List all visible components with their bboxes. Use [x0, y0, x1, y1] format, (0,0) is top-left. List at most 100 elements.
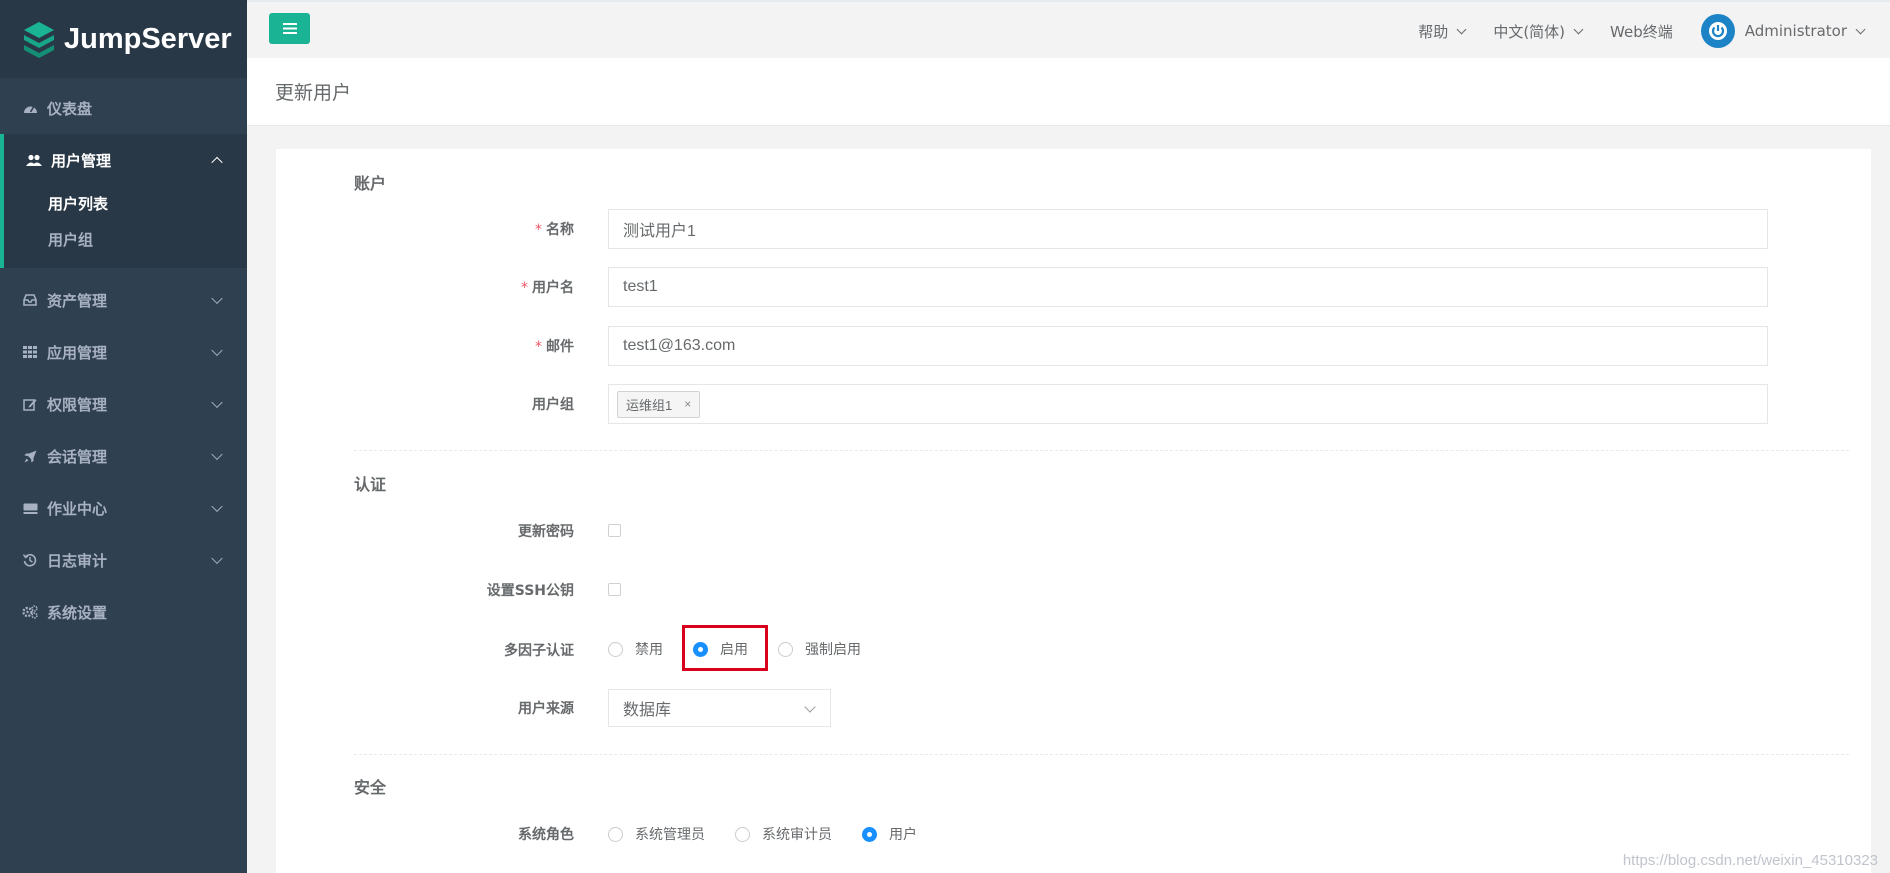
help-dropdown[interactable]: 帮助 — [1418, 21, 1467, 42]
chevron-up-icon — [211, 156, 223, 169]
radio-circle — [862, 826, 877, 842]
web-terminal-link[interactable]: Web终端 — [1610, 21, 1673, 42]
role-option-auditor[interactable]: 系统审计员 — [735, 824, 832, 844]
system-role-radio-group: 系统管理员 系统审计员 用户 — [608, 824, 947, 844]
rocket-icon — [22, 448, 38, 464]
group-tag: 运维组1 × — [617, 390, 701, 418]
sidebar-item-dashboard[interactable]: 仪表盘 — [0, 82, 247, 134]
email-field[interactable]: test1@163.com — [608, 326, 1768, 366]
radio-circle — [735, 826, 750, 842]
user-group-select[interactable]: 运维组1 × — [608, 384, 1768, 424]
web-terminal-label: Web终端 — [1610, 22, 1673, 41]
form-card: 账户 * 名称 测试用户1 * 用户名 test1 * 邮件 test1@163.co… — [276, 149, 1871, 873]
update-password-checkbox[interactable] — [608, 524, 621, 537]
chevron-down-icon — [1573, 24, 1584, 34]
sidebar-item-jobs[interactable]: 作业中心 — [0, 482, 247, 534]
mfa-option-disabled[interactable]: 禁用 — [608, 639, 663, 659]
sidebar-item-user-management[interactable]: 用户管理 — [4, 134, 247, 186]
username-field[interactable]: test1 — [608, 267, 1768, 307]
radio-label: 用户 — [889, 827, 917, 843]
user-source-label: 用户来源 — [518, 701, 574, 717]
sidebar-item-permissions[interactable]: 权限管理 — [0, 378, 247, 430]
topbar-right: 帮助 中文(简体) Web终端 Administrator — [1390, 2, 1866, 60]
user-dropdown[interactable]: Administrator — [1700, 14, 1866, 48]
page-heading: 更新用户 — [247, 58, 1890, 126]
sidebar-subitem-user-group[interactable]: 用户组 — [4, 222, 247, 258]
update-password-label: 更新密码 — [518, 524, 574, 540]
edit-icon — [22, 396, 38, 412]
grid-icon — [22, 344, 38, 360]
role-option-admin[interactable]: 系统管理员 — [608, 824, 705, 844]
chevron-down-icon — [211, 292, 223, 305]
section-title-auth: 认证 — [354, 475, 387, 494]
section-title-account: 账户 — [354, 174, 387, 193]
sidebar-item-label: 权限管理 — [47, 395, 108, 414]
set-ssh-label: 设置SSH公钥 — [486, 583, 574, 599]
radio-circle — [608, 641, 623, 657]
chevron-down-icon — [1855, 24, 1866, 34]
radio-label: 系统管理员 — [635, 827, 705, 843]
sidebar-subitem-user-list[interactable]: 用户列表 — [4, 186, 247, 222]
tag-remove-icon[interactable]: × — [684, 397, 691, 411]
name-label: * 名称 — [535, 222, 574, 238]
hamburger-icon — [282, 23, 297, 34]
sidebar-item-assets[interactable]: 资产管理 — [0, 274, 247, 326]
radio-label: 禁用 — [635, 642, 663, 658]
sidebar-item-label: 应用管理 — [47, 343, 108, 362]
users-icon — [26, 152, 42, 168]
user-source-value: 数据库 — [623, 700, 672, 719]
section-title-security: 安全 — [354, 778, 387, 797]
watermark: https://blog.csdn.net/weixin_45310323 — [1622, 852, 1878, 869]
system-role-label: 系统角色 — [518, 827, 574, 843]
sidebar-item-settings[interactable]: 系统设置 — [0, 586, 247, 638]
user-source-select[interactable]: 数据库 — [608, 689, 831, 727]
jumpserver-logo-icon — [24, 22, 54, 58]
username-label: Administrator — [1744, 22, 1847, 40]
logo[interactable]: JumpServer — [0, 0, 247, 78]
inbox-icon — [22, 292, 38, 308]
sidebar-item-label: 资产管理 — [47, 291, 108, 310]
radio-label: 强制启用 — [805, 642, 861, 658]
sidebar: JumpServer 仪表盘 用户管理 用户列表 用户组 资产管理 应用管理 权… — [0, 0, 247, 873]
power-icon — [1708, 22, 1727, 40]
name-field[interactable]: 测试用户1 — [608, 209, 1768, 249]
chevron-down-icon — [804, 701, 816, 713]
section-divider — [354, 754, 1849, 755]
set-ssh-checkbox[interactable] — [608, 583, 621, 596]
history-icon — [22, 552, 38, 568]
language-label: 中文(简体) — [1493, 22, 1566, 41]
mfa-option-forced[interactable]: 强制启用 — [778, 639, 861, 659]
section-divider — [354, 450, 1849, 451]
mfa-label: 多因子认证 — [504, 643, 574, 659]
menu-toggle-button[interactable] — [269, 13, 310, 44]
sidebar-item-label: 系统设置 — [47, 603, 108, 622]
chevron-down-icon — [211, 552, 223, 565]
language-dropdown[interactable]: 中文(简体) — [1493, 21, 1584, 42]
app-name: JumpServer — [64, 22, 232, 55]
username-label: * 用户名 — [521, 280, 574, 296]
gears-icon — [22, 604, 38, 620]
role-option-user[interactable]: 用户 — [862, 824, 917, 844]
sidebar-item-sessions[interactable]: 会话管理 — [0, 430, 247, 482]
email-label: * 邮件 — [535, 339, 574, 355]
highlight-box — [682, 625, 768, 671]
sidebar-item-label: 日志审计 — [47, 551, 108, 570]
keyboard-icon — [22, 500, 38, 516]
sidebar-item-audit-logs[interactable]: 日志审计 — [0, 534, 247, 586]
sidebar-item-label: 仪表盘 — [47, 99, 93, 118]
radio-circle — [608, 826, 623, 842]
chevron-down-icon — [211, 448, 223, 461]
chevron-down-icon — [211, 500, 223, 513]
radio-label: 系统审计员 — [762, 827, 832, 843]
group-tag-label: 运维组1 — [626, 397, 673, 413]
sidebar-group-user-management: 用户管理 用户列表 用户组 — [0, 134, 247, 268]
chevron-down-icon — [211, 396, 223, 409]
avatar — [1700, 14, 1735, 48]
page-title: 更新用户 — [275, 82, 352, 104]
sidebar-item-applications[interactable]: 应用管理 — [0, 326, 247, 378]
sidebar-item-label: 用户管理 — [51, 151, 112, 170]
chevron-down-icon — [211, 344, 223, 357]
topbar: 帮助 中文(简体) Web终端 Administrator — [247, 0, 1890, 58]
sidebar-item-label: 会话管理 — [47, 447, 108, 466]
help-label: 帮助 — [1418, 22, 1449, 41]
